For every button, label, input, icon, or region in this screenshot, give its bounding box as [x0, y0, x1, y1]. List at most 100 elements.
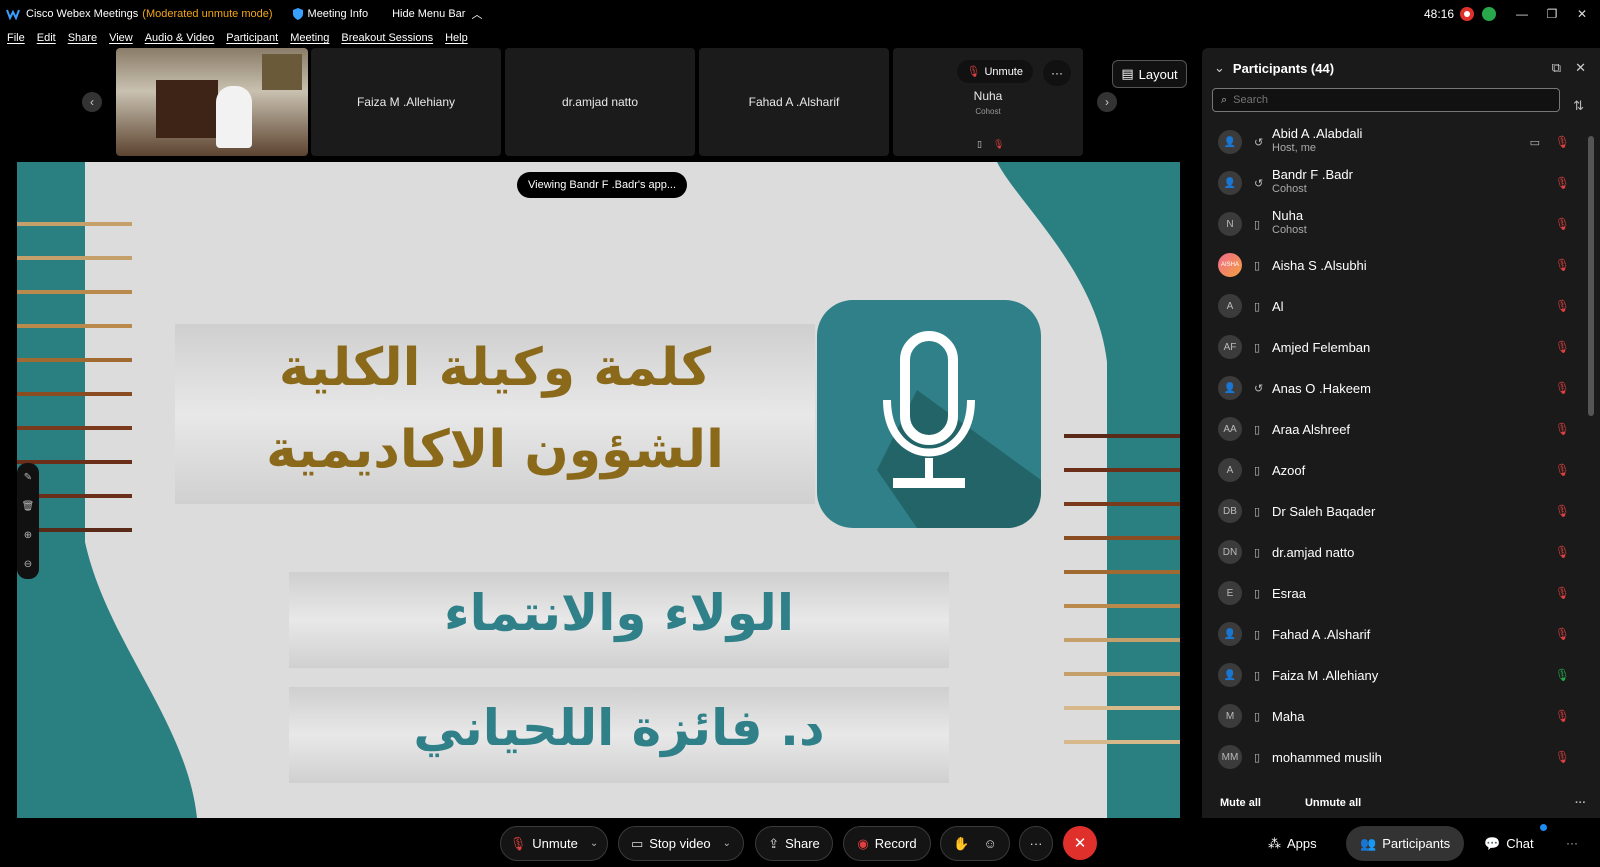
- video-tile-fahad[interactable]: Fahad A .Alsharif: [699, 48, 889, 156]
- hide-menu-bar-button[interactable]: Hide Menu Bar ︿: [392, 6, 482, 22]
- layout-button[interactable]: ▤ Layout: [1112, 60, 1187, 88]
- participant-search[interactable]: ⌕: [1212, 88, 1560, 112]
- participant-name: Abid A .Alabdali: [1272, 126, 1363, 141]
- mic-muted-icon[interactable]: 🎙: [1555, 258, 1570, 272]
- mic-muted-icon: 🎙: [966, 66, 981, 78]
- trash-icon[interactable]: 🗑: [22, 501, 35, 512]
- participant-row[interactable]: AF ▯ Amjed Felemban 🎙: [1202, 327, 1582, 367]
- participant-name: Esraa: [1272, 585, 1306, 601]
- strip-prev-button[interactable]: ‹: [82, 92, 102, 112]
- tile-more-button[interactable]: ···: [1043, 60, 1071, 86]
- video-background: [156, 80, 218, 138]
- share-button[interactable]: ⇪ Share: [755, 826, 833, 861]
- participant-row[interactable]: AISHA ▯ Aisha S .Alsubhi 🎙: [1202, 245, 1582, 285]
- mic-muted-icon[interactable]: 🎙: [1555, 463, 1570, 477]
- reactions-icon[interactable]: ☺: [983, 836, 996, 851]
- participants-button[interactable]: 👥 Participants: [1346, 826, 1465, 861]
- participant-row[interactable]: DB ▯ Dr Saleh Baqader 🎙: [1202, 491, 1582, 531]
- webex-logo-icon: [6, 9, 20, 20]
- meeting-info-button[interactable]: Meeting Info: [292, 8, 368, 20]
- participant-row[interactable]: AA ▯ Araa Alshreef 🎙: [1202, 409, 1582, 449]
- controls-more-icon[interactable]: ···: [1566, 836, 1578, 850]
- chevron-down-icon[interactable]: ⌄: [590, 838, 598, 849]
- zoom-in-icon[interactable]: ⊕: [24, 530, 32, 541]
- leave-meeting-button[interactable]: ✕: [1063, 826, 1097, 860]
- footer-more-icon[interactable]: ···: [1575, 797, 1586, 809]
- mic-muted-icon[interactable]: 🎙: [1555, 217, 1570, 231]
- mic-muted-icon[interactable]: 🎙: [1555, 176, 1570, 190]
- chevron-down-icon[interactable]: ⌄: [723, 838, 731, 849]
- menu-share[interactable]: Share: [68, 32, 97, 44]
- mic-muted-icon[interactable]: 🎙: [1555, 422, 1570, 436]
- restore-button[interactable]: ❐: [1540, 7, 1564, 21]
- minimize-button[interactable]: —: [1510, 7, 1534, 21]
- participant-name: Bandr F .Badr: [1272, 167, 1353, 182]
- menu-file[interactable]: File: [7, 32, 25, 44]
- participant-row[interactable]: 👤 ▯ Faiza M .Allehiany 🎙: [1202, 655, 1582, 695]
- mic-muted-icon[interactable]: 🎙: [1555, 135, 1570, 149]
- connection-status-icon[interactable]: [1482, 7, 1496, 21]
- search-input[interactable]: [1233, 94, 1534, 106]
- menu-audio-video[interactable]: Audio & Video: [145, 32, 215, 44]
- strip-next-button[interactable]: ›: [1097, 92, 1117, 112]
- video-tile-amjad[interactable]: dr.amjad natto: [505, 48, 695, 156]
- menu-help[interactable]: Help: [445, 32, 468, 44]
- chat-button[interactable]: 💬 Chat: [1470, 826, 1548, 861]
- mute-all-button[interactable]: Mute all: [1220, 797, 1261, 809]
- stop-video-button[interactable]: ▭ Stop video ⌄: [618, 826, 744, 861]
- participant-row[interactable]: 👤 ↺ Abid A .Alabdali Host, me ▭ 🎙: [1202, 122, 1582, 162]
- collapse-chevron-icon[interactable]: ⌄: [1214, 60, 1225, 76]
- mic-muted-icon[interactable]: 🎙: [1555, 709, 1570, 723]
- participant-row[interactable]: MM ▯ mohammed muslih 🎙: [1202, 737, 1582, 777]
- close-panel-icon[interactable]: ✕: [1575, 60, 1586, 76]
- zoom-out-icon[interactable]: ⊖: [24, 559, 32, 570]
- participant-name: Faiza M .Allehiany: [1272, 667, 1379, 683]
- tile-unmute-button[interactable]: 🎙 Unmute: [956, 60, 1033, 83]
- tile-name: Nuha: [973, 88, 1003, 103]
- menu-breakout-sessions[interactable]: Breakout Sessions: [341, 32, 433, 44]
- mic-muted-icon[interactable]: 🎙: [1555, 381, 1570, 395]
- participant-row[interactable]: N ▯ Nuha Cohost 🎙: [1202, 204, 1582, 244]
- unmute-all-button[interactable]: Unmute all: [1305, 797, 1361, 809]
- mic-muted-icon[interactable]: 🎙: [1555, 750, 1570, 764]
- video-strip: ‹ Faiza M .Allehiany dr.amjad natto Faha…: [0, 48, 1180, 156]
- participant-row[interactable]: A ▯ Al 🎙: [1202, 286, 1582, 326]
- apps-button[interactable]: ⁂ Apps: [1254, 826, 1331, 861]
- participant-row[interactable]: M ▯ Maha 🎙: [1202, 696, 1582, 736]
- phone-icon: ▯: [1254, 587, 1261, 600]
- menu-participant[interactable]: Participant: [226, 32, 278, 44]
- chevron-right-icon: ›: [1105, 95, 1109, 109]
- menu-meeting[interactable]: Meeting: [290, 32, 329, 44]
- mic-muted-icon[interactable]: 🎙: [1555, 586, 1570, 600]
- participant-row[interactable]: E ▯ Esraa 🎙: [1202, 573, 1582, 613]
- video-tile-nuha[interactable]: 🎙 Unmute ··· Nuha Cohost ▯ 🎙: [893, 48, 1083, 156]
- participant-list-scrollbar[interactable]: [1588, 136, 1594, 416]
- mic-muted-icon[interactable]: 🎙: [1555, 627, 1570, 641]
- mic-on-icon[interactable]: 🎙: [1555, 668, 1570, 682]
- self-video-tile[interactable]: [116, 48, 308, 156]
- raise-hand-icon[interactable]: ✋: [953, 836, 969, 852]
- participant-row[interactable]: 👤 ↺ Bandr F .Badr Cohost 🎙: [1202, 163, 1582, 203]
- avatar: DB: [1218, 499, 1242, 523]
- mic-muted-icon[interactable]: 🎙: [1555, 545, 1570, 559]
- menu-view[interactable]: View: [109, 32, 133, 44]
- mic-muted-icon[interactable]: 🎙: [1555, 340, 1570, 354]
- sort-icon[interactable]: ⇅: [1573, 98, 1584, 114]
- video-tile-faiza[interactable]: Faiza M .Allehiany: [311, 48, 501, 156]
- mic-muted-icon[interactable]: 🎙: [1555, 299, 1570, 313]
- shield-icon: [292, 8, 303, 20]
- participant-row[interactable]: DN ▯ dr.amjad natto 🎙: [1202, 532, 1582, 572]
- close-window-button[interactable]: ✕: [1570, 7, 1594, 21]
- unmute-button[interactable]: 🎙 Unmute ⌄: [500, 826, 608, 861]
- annotate-icon[interactable]: ✎: [24, 472, 32, 483]
- participants-icon: 👥: [1360, 835, 1377, 851]
- mic-muted-icon[interactable]: 🎙: [1555, 504, 1570, 518]
- participant-row[interactable]: 👤 ↺ Anas O .Hakeem 🎙: [1202, 368, 1582, 408]
- menu-edit[interactable]: Edit: [37, 32, 56, 44]
- chevron-left-icon: ‹: [90, 95, 94, 109]
- more-options-button[interactable]: ···: [1019, 826, 1053, 861]
- participant-row[interactable]: A ▯ Azoof 🎙: [1202, 450, 1582, 490]
- participant-row[interactable]: 👤 ▯ Fahad A .Alsharif 🎙: [1202, 614, 1582, 654]
- record-button[interactable]: ◉ Record: [843, 826, 931, 861]
- pop-out-icon[interactable]: ⧉: [1552, 60, 1561, 76]
